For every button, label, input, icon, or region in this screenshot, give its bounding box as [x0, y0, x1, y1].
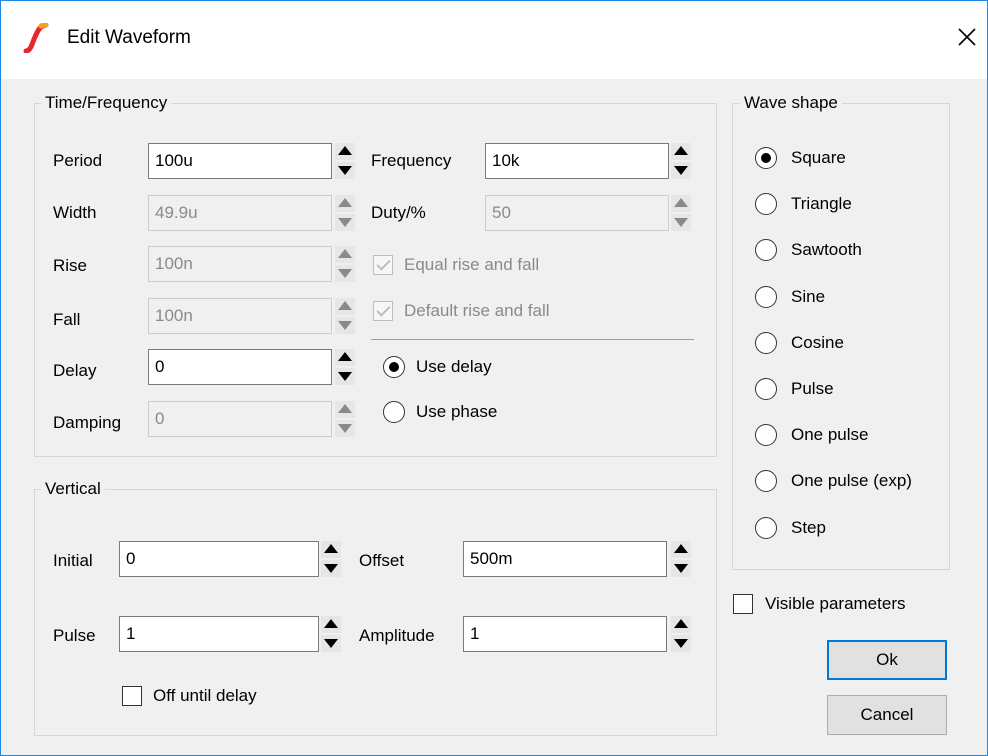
spin-up-icon[interactable]: [671, 143, 691, 160]
width-spinner: [335, 195, 355, 231]
wave-shape-option-label[interactable]: Sine: [791, 286, 825, 308]
ok-button[interactable]: Ok: [827, 640, 947, 680]
title-bar: Edit Waveform: [1, 1, 987, 79]
spin-up-icon: [335, 401, 355, 418]
damping-spinner: [335, 401, 355, 437]
spin-up-icon: [335, 298, 355, 315]
default-rise-fall-checkbox: [373, 301, 393, 321]
spin-down-icon[interactable]: [671, 162, 691, 179]
wave-shape-radio[interactable]: [755, 331, 777, 354]
spin-down-icon[interactable]: [321, 560, 341, 577]
spin-up-icon[interactable]: [335, 143, 355, 160]
spin-up-icon: [335, 246, 355, 263]
pulse-spinner[interactable]: [321, 616, 341, 652]
duty-input: [485, 195, 669, 231]
spin-down-icon[interactable]: [335, 162, 355, 179]
spin-up-icon[interactable]: [321, 541, 341, 558]
spin-up-icon[interactable]: [335, 349, 355, 366]
period-label: Period: [53, 151, 103, 170]
ltspice-app-icon: [23, 23, 49, 53]
wave-shape-option-label[interactable]: Pulse: [791, 378, 834, 400]
wave-shape-option-label[interactable]: One pulse (exp): [791, 470, 912, 492]
off-until-delay-checkbox[interactable]: [122, 686, 142, 706]
fall-input: [148, 298, 332, 334]
period-input[interactable]: [148, 143, 332, 179]
spin-down-icon: [671, 214, 691, 231]
rise-label: Rise: [53, 256, 88, 275]
fall-spinner: [335, 298, 355, 334]
use-delay-label[interactable]: Use delay: [416, 356, 492, 378]
close-icon[interactable]: [949, 19, 985, 55]
frequency-input[interactable]: [485, 143, 669, 179]
frequency-spinner[interactable]: [671, 143, 691, 179]
default-rise-fall-label: Default rise and fall: [404, 301, 550, 320]
wave-shape-option-label[interactable]: One pulse: [791, 424, 869, 446]
pulse-label: Pulse: [53, 626, 96, 645]
wave-shape-radio[interactable]: [755, 378, 777, 400]
initial-label: Initial: [53, 551, 93, 570]
spin-up-icon[interactable]: [671, 541, 691, 558]
wave-shape-option-label[interactable]: Sawtooth: [791, 239, 862, 261]
amplitude-input[interactable]: [463, 616, 667, 652]
use-delay-radio[interactable]: [383, 356, 405, 378]
equal-rise-fall-label: Equal rise and fall: [404, 255, 540, 274]
visible-parameters-label[interactable]: Visible parameters: [765, 593, 905, 615]
amplitude-label: Amplitude: [359, 626, 435, 645]
spin-down-icon[interactable]: [671, 560, 691, 577]
use-phase-label[interactable]: Use phase: [416, 401, 497, 423]
wave-shape-radio[interactable]: [755, 147, 777, 169]
offset-label: Offset: [359, 551, 405, 570]
duty-label: Duty/%: [371, 203, 426, 222]
width-input: [148, 195, 332, 231]
separator: [371, 339, 694, 340]
fall-label: Fall: [53, 310, 81, 329]
off-until-delay-label[interactable]: Off until delay: [153, 685, 257, 707]
offset-spinner[interactable]: [671, 541, 691, 577]
cancel-button[interactable]: Cancel: [827, 695, 947, 735]
spin-up-icon[interactable]: [321, 616, 341, 633]
wave-shape-option-label[interactable]: Step: [791, 517, 826, 539]
frequency-label: Frequency: [371, 151, 452, 170]
spin-down-icon[interactable]: [671, 635, 691, 652]
vertical-legend: Vertical: [41, 479, 105, 499]
offset-input[interactable]: [463, 541, 667, 577]
delay-input[interactable]: [148, 349, 332, 385]
use-phase-radio[interactable]: [383, 401, 405, 423]
spin-down-icon[interactable]: [321, 635, 341, 652]
duty-spinner: [671, 195, 691, 231]
wave-shape-legend: Wave shape: [740, 93, 842, 113]
spin-down-icon[interactable]: [335, 368, 355, 385]
time-frequency-legend: Time/Frequency: [41, 93, 172, 113]
wave-shape-option-label[interactable]: Square: [791, 147, 846, 169]
spin-down-icon: [335, 214, 355, 231]
delay-label: Delay: [53, 361, 97, 380]
spin-down-icon: [335, 265, 355, 282]
spin-down-icon: [335, 420, 355, 437]
width-label: Width: [53, 203, 97, 222]
wave-shape-radio[interactable]: [755, 516, 777, 539]
wave-shape-option-label[interactable]: Triangle: [791, 193, 852, 215]
rise-input: [148, 246, 332, 282]
pulse-input[interactable]: [119, 616, 319, 652]
spin-down-icon: [335, 317, 355, 334]
window-title: Edit Waveform: [67, 27, 191, 48]
spin-up-icon[interactable]: [671, 616, 691, 633]
initial-spinner[interactable]: [321, 541, 341, 577]
spin-up-icon: [335, 195, 355, 212]
visible-parameters-checkbox[interactable]: [733, 594, 753, 614]
delay-spinner[interactable]: [335, 349, 355, 385]
damping-label: Damping: [53, 413, 122, 432]
equal-rise-fall-checkbox: [373, 255, 393, 275]
period-spinner[interactable]: [335, 143, 355, 179]
rise-spinner: [335, 246, 355, 282]
edit-waveform-dialog: Edit Waveform Time/Frequency Period Freq…: [0, 0, 988, 756]
amplitude-spinner[interactable]: [671, 616, 691, 652]
spin-up-icon: [671, 195, 691, 212]
initial-input[interactable]: [119, 541, 319, 577]
wave-shape-radio[interactable]: [755, 285, 777, 308]
wave-shape-option-label[interactable]: Cosine: [791, 332, 844, 354]
damping-input: [148, 401, 332, 437]
